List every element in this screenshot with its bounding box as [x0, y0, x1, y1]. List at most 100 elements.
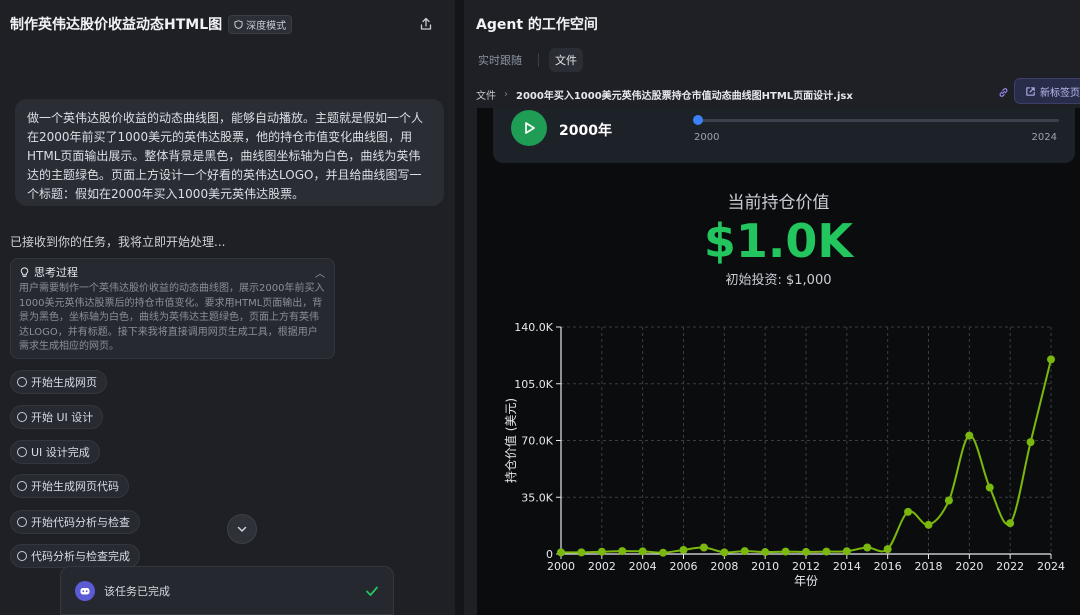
tab-files[interactable]: 文件	[549, 48, 583, 72]
data-point[interactable]	[1047, 355, 1055, 364]
x-tick-label: 2024	[1037, 560, 1065, 573]
step-item[interactable]: 开始 UI 设计	[10, 405, 104, 429]
step-circle-icon	[17, 481, 27, 491]
step-item[interactable]: 开始生成网页	[10, 370, 107, 394]
app-window: 制作英伟达股价收益动态HTML图 深度模式 做一个英伟达股价收益的动态曲线图，能…	[0, 0, 1080, 615]
step-circle-icon	[17, 517, 27, 527]
data-point[interactable]	[679, 545, 688, 554]
data-point[interactable]	[842, 547, 851, 556]
chevron-up-icon[interactable]: ︿	[315, 265, 325, 280]
data-point[interactable]	[863, 543, 872, 552]
data-point[interactable]	[904, 507, 913, 516]
step-circle-icon	[17, 377, 27, 387]
step-item[interactable]: 开始代码分析与检查	[10, 510, 140, 534]
data-point[interactable]	[944, 496, 953, 505]
agent-avatar	[75, 580, 95, 601]
tab-live-follow[interactable]: 实时跟随	[472, 48, 528, 72]
data-point[interactable]	[802, 547, 810, 556]
robot-icon	[80, 587, 90, 594]
x-tick-label: 2010	[751, 560, 779, 573]
holding-value-amount: $1.0K	[703, 214, 854, 268]
holding-value-label: 当前持仓价值	[727, 193, 830, 213]
playback-controls: 2000年 2000 2024	[493, 108, 1075, 163]
step-circle-icon	[17, 551, 27, 561]
breadcrumb-file-name: 2000年买入1000美元英伟达股票持仓市值动态曲线图HTML页面设计.jsx	[516, 90, 853, 102]
current-year-label: 2000年	[559, 123, 612, 139]
user-message: 做一个英伟达股价收益的动态曲线图，能够自动播放。主题就是假如一个人在2000年前…	[15, 99, 444, 206]
data-point[interactable]	[699, 543, 708, 552]
y-tick-label: 70.0K	[521, 435, 553, 448]
data-point[interactable]	[761, 548, 770, 557]
data-point[interactable]	[638, 547, 647, 556]
step-item[interactable]: 代码分析与检查完成	[10, 544, 140, 568]
data-point[interactable]	[1006, 519, 1015, 528]
x-tick-label: 2016	[874, 560, 902, 573]
panel-divider[interactable]	[455, 0, 464, 615]
chat-title: 制作英伟达股价收益动态HTML图	[10, 17, 223, 33]
data-point[interactable]	[1026, 438, 1035, 447]
thinking-panel[interactable]: 思考过程 ︿ 用户需要制作一个英伟达股价收益的动态曲线图，展示2000年前买入1…	[10, 258, 335, 359]
mode-badge-label: 深度模式	[246, 20, 287, 32]
step-label: UI 设计完成	[31, 446, 90, 459]
data-point[interactable]	[985, 483, 994, 492]
play-button[interactable]	[511, 110, 547, 146]
x-tick-label: 2022	[996, 560, 1024, 573]
data-point[interactable]	[740, 547, 749, 556]
x-tick-label: 2000	[547, 560, 575, 573]
y-tick-label: 140.0K	[514, 321, 553, 334]
chat-header: 制作英伟达股价收益动态HTML图 深度模式	[10, 12, 445, 36]
thinking-header[interactable]: 思考过程	[19, 264, 326, 280]
data-point[interactable]	[883, 545, 892, 554]
x-tick-label: 2006	[670, 560, 698, 573]
step-item[interactable]: UI 设计完成	[10, 440, 100, 464]
step-label: 开始 UI 设计	[31, 411, 94, 424]
lightbulb-icon	[20, 266, 29, 277]
open-in-new-tab-label: 新标签页打开	[1040, 87, 1080, 99]
data-point[interactable]	[577, 548, 586, 557]
y-tick-label: 105.0K	[514, 378, 553, 391]
step-circle-icon	[17, 412, 27, 422]
step-label: 开始生成网页代码	[31, 480, 119, 493]
thinking-body: 用户需要制作一个英伟达股价收益的动态曲线图，展示2000年前买入1000美元英伟…	[19, 283, 325, 352]
year-slider[interactable]	[693, 115, 1059, 125]
check-icon	[366, 586, 378, 596]
assistant-ack: 已接收到你的任务，我将立即开始处理...	[10, 235, 226, 249]
x-tick-label: 2020	[955, 560, 983, 573]
thinking-title: 思考过程	[34, 266, 78, 279]
step-item[interactable]: 开始生成网页代码	[10, 474, 129, 498]
slider-track	[697, 119, 1059, 122]
data-point[interactable]	[720, 548, 729, 557]
x-tick-label: 2014	[833, 560, 861, 573]
workspace-tabs: 实时跟随 文件	[472, 48, 583, 72]
task-status-bar: 该任务已完成	[60, 566, 394, 615]
breadcrumb-root[interactable]: 文件	[476, 87, 496, 102]
step-label: 开始代码分析与检查	[31, 516, 130, 529]
y-tick-label: 35.0K	[521, 491, 553, 504]
scroll-down-button[interactable]	[227, 514, 257, 544]
breadcrumb-chevron-icon: ›	[504, 88, 508, 100]
x-tick-label: 2018	[915, 560, 943, 573]
x-tick-label: 2004	[629, 560, 657, 573]
data-point[interactable]	[659, 548, 668, 557]
link-icon[interactable]	[998, 87, 1009, 98]
holding-value-block: 当前持仓价值 $1.0K 初始投资: $1,000	[477, 188, 1080, 288]
data-point[interactable]	[618, 547, 627, 556]
tab-separator	[538, 53, 539, 67]
data-point[interactable]	[597, 547, 606, 556]
play-icon	[525, 122, 535, 134]
share-icon[interactable]	[419, 17, 433, 31]
data-point[interactable]	[557, 548, 565, 557]
step-circle-icon	[17, 447, 27, 457]
x-tick-label: 2012	[792, 560, 820, 573]
shield-icon	[234, 19, 243, 29]
chevron-down-icon	[237, 526, 247, 532]
open-in-new-tab-button[interactable]: 新标签页打开	[1014, 78, 1080, 104]
step-label: 开始生成网页	[31, 376, 97, 389]
y-axis-label: 持仓价值 (美元)	[503, 398, 518, 483]
slider-thumb[interactable]	[693, 115, 703, 125]
x-tick-label: 2008	[710, 560, 738, 573]
data-point[interactable]	[965, 431, 974, 440]
data-point[interactable]	[822, 547, 831, 556]
data-point[interactable]	[924, 520, 933, 529]
data-point[interactable]	[781, 547, 790, 556]
